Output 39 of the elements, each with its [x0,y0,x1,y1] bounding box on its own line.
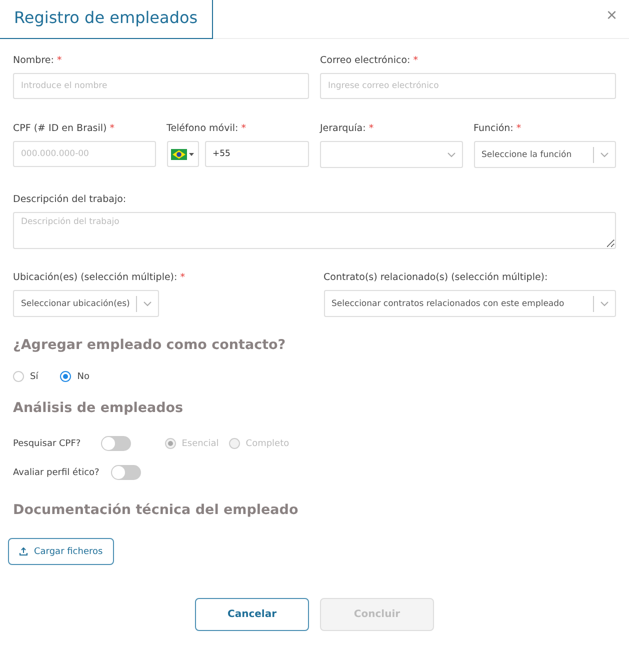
country-select[interactable] [166,141,198,167]
dialog-title: Registro de empleados [0,0,213,39]
field-label: Descripción del trabajo: [13,194,128,205]
toggle-switch[interactable] [100,436,131,451]
text-area[interactable]: Descripción del trabajo [13,212,616,249]
section-heading: Documentación técnica del empleado [13,502,300,518]
chevron-down-icon [142,300,152,306]
field-label: Teléfono móvil: * [166,123,247,134]
section-heading: ¿Agregar empleado como contacto? [13,337,287,353]
chevron-down-icon [600,300,609,306]
text-field[interactable]: Ingrese correo electrónico [320,73,616,99]
field-label: CPF (# ID en Brasil) * [13,123,116,134]
field-label: Jerarquía: * [320,123,375,134]
close-button[interactable]: × [606,6,617,24]
field-label: Ubicación(es) (selección múltiple): * [13,272,186,283]
action-button[interactable]: Cancelar [195,598,309,631]
chevron-down-icon [446,152,456,158]
select-field[interactable]: Seleccionar ubicación(es) [13,290,159,317]
section-heading: Análisis de empleados [13,400,184,416]
flag-icon [171,148,187,160]
caret-icon [189,152,194,156]
field-label: Función: * [474,123,522,134]
phone-field[interactable]: +55 [204,141,309,167]
radio-option[interactable]: Sí [13,371,38,382]
upload-button[interactable]: Cargar ficheros [8,538,114,565]
text-field[interactable]: Introduce el nombre [13,73,309,99]
toggle-label: Pesquisar CPF? [13,438,81,448]
toggle-switch[interactable] [111,465,142,480]
field-label: Correo electrónico: * [320,55,420,66]
upload-icon [19,547,28,556]
field-label: Nombre: * [13,55,63,66]
field-label: Contrato(s) relacionado(s) (selección múltiple): [324,272,549,283]
text-field[interactable]: 000.000.000-00 [13,141,156,167]
select-field[interactable]: Seleccione la función [474,141,616,168]
toggle-label: Avaliar perfil ético? [13,468,100,478]
radio-option[interactable]: No [60,371,90,382]
chevron-down-icon [600,152,609,158]
select-field[interactable]: Seleccionar contratos relacionados con este empleado [324,290,616,317]
select-field[interactable] [320,141,462,168]
